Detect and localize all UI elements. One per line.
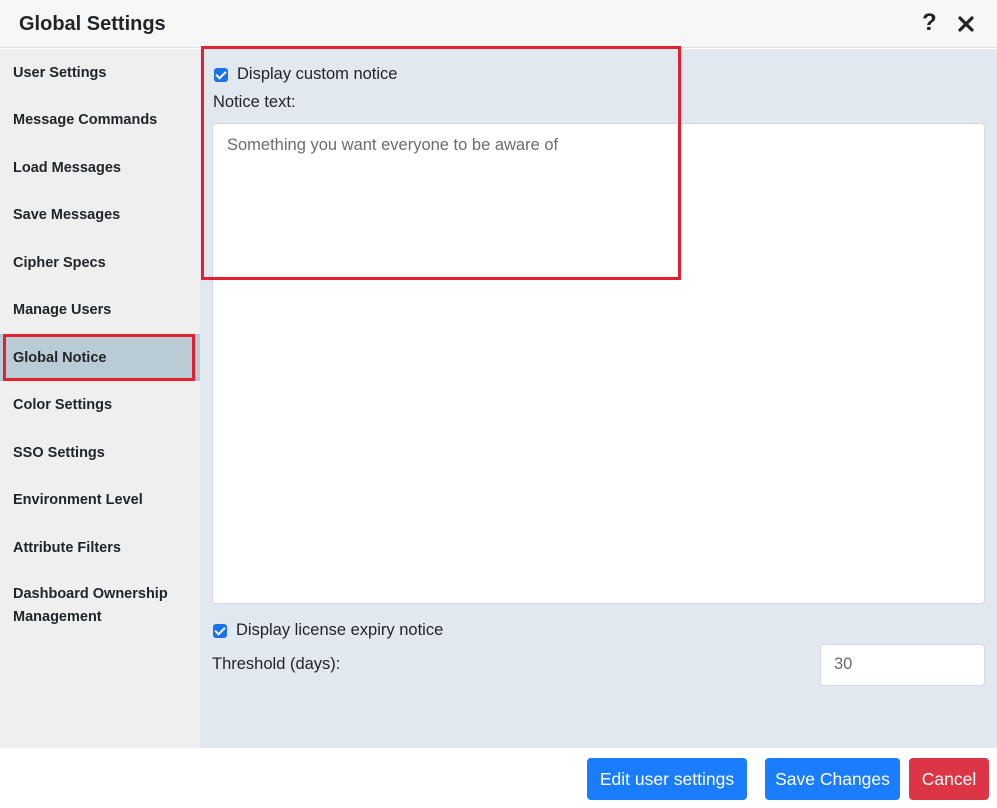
settings-sidebar: User Settings Message Commands Load Mess… (0, 49, 200, 748)
sidebar-item-label: Message Commands (13, 111, 158, 128)
sidebar-item-label: Attribute Filters (13, 539, 121, 556)
sidebar-item-label: User Settings (13, 64, 107, 81)
license-notice-checkbox[interactable] (213, 623, 227, 638)
threshold-value: 30 (834, 655, 853, 673)
save-changes-button[interactable]: Save Changes (765, 758, 900, 800)
notice-text-value: Something you want everyone to be aware … (227, 136, 559, 154)
sidebar-item-load-messages[interactable]: Load Messages (0, 144, 200, 191)
sidebar-item-label: Color Settings (13, 396, 113, 413)
sidebar-item-sso-settings[interactable]: SSO Settings (0, 429, 200, 476)
edit-user-settings-button[interactable]: Edit user settings (587, 758, 747, 800)
dialog-footer: Edit user settings Save Changes Cancel (0, 748, 997, 808)
sidebar-item-attribute-filters[interactable]: Attribute Filters (0, 524, 200, 571)
sidebar-item-label: Global Notice (13, 349, 107, 366)
cancel-button[interactable]: Cancel (909, 758, 989, 800)
notice-text-input[interactable]: Something you want everyone to be aware … (212, 123, 985, 604)
sidebar-item-environment-level[interactable]: Environment Level (0, 476, 200, 523)
sidebar-item-dashboard-ownership-management[interactable]: Dashboard Ownership Management (0, 571, 180, 641)
sidebar-item-message-commands[interactable]: Message Commands (0, 96, 200, 143)
question-mark-icon[interactable]: ? (922, 10, 937, 36)
license-notice-label: Display license expiry notice (236, 621, 444, 639)
custom-notice-row: Display custom notice (214, 65, 397, 84)
sidebar-item-label: Environment Level (13, 491, 143, 508)
sidebar-item-user-settings[interactable]: User Settings (0, 49, 200, 96)
sidebar-item-label: Save Messages (13, 206, 121, 223)
custom-notice-checkbox[interactable] (214, 67, 228, 82)
sidebar-item-cipher-specs[interactable]: Cipher Specs (0, 239, 200, 286)
dialog-header: Global Settings ? (0, 0, 997, 48)
sidebar-item-global-notice[interactable]: Global Notice (0, 334, 200, 381)
sidebar-item-label: SSO Settings (13, 444, 105, 461)
threshold-label: Threshold (days): (212, 655, 341, 673)
sidebar-item-label: Manage Users (13, 301, 112, 318)
sidebar-item-save-messages[interactable]: Save Messages (0, 191, 200, 238)
license-notice-row: Display license expiry notice (213, 621, 443, 640)
close-icon[interactable] (956, 13, 976, 35)
threshold-input[interactable]: 30 (820, 644, 985, 686)
sidebar-item-label: Dashboard Ownership Management (13, 586, 168, 625)
global-notice-panel: Display custom notice Notice text: Somet… (200, 46, 997, 748)
sidebar-item-label: Cipher Specs (13, 254, 106, 271)
dialog-title: Global Settings (19, 13, 166, 35)
notice-text-label: Notice text: (213, 93, 296, 111)
sidebar-item-color-settings[interactable]: Color Settings (0, 381, 200, 428)
sidebar-item-manage-users[interactable]: Manage Users (0, 286, 200, 333)
sidebar-item-label: Load Messages (13, 159, 121, 176)
custom-notice-label: Display custom notice (237, 65, 398, 83)
